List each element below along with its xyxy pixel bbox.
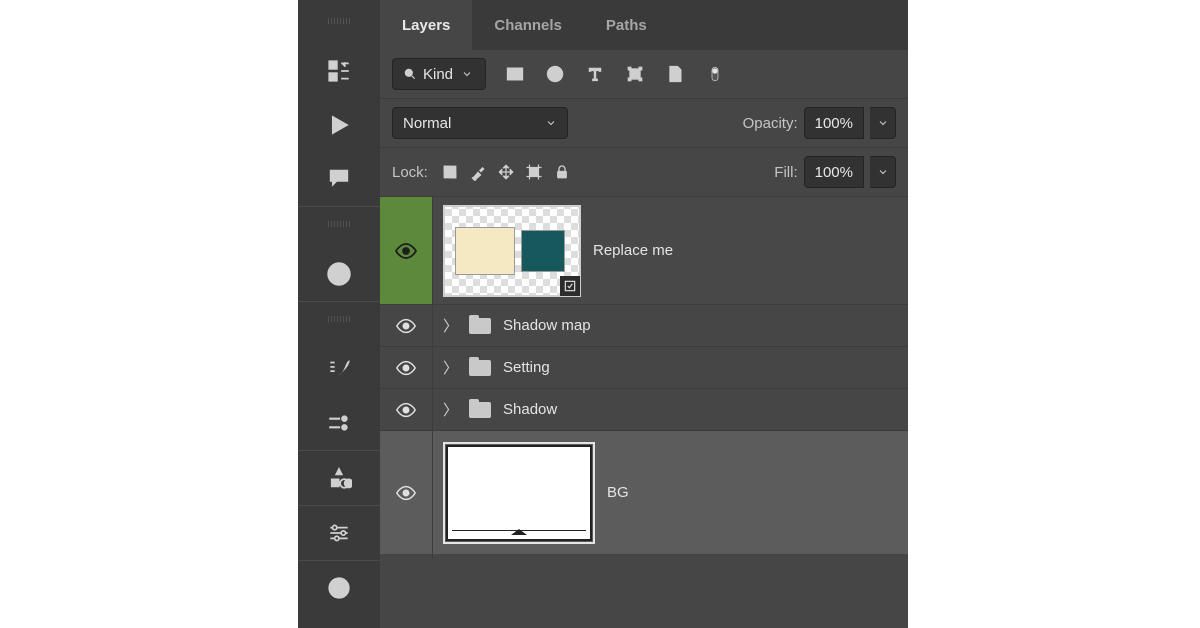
info-icon[interactable] (326, 261, 352, 287)
blend-mode-value: Normal (403, 115, 451, 132)
history-icon[interactable] (326, 58, 352, 84)
layer-row-replace-me[interactable]: Replace me (380, 196, 908, 304)
filter-toggle-switch[interactable] (704, 63, 726, 85)
tab-channels[interactable]: Channels (472, 0, 584, 50)
layer-name[interactable]: Shadow map (503, 317, 591, 334)
blend-mode-dropdown[interactable]: Normal (392, 107, 568, 139)
brush-settings-icon[interactable] (326, 410, 352, 436)
lock-label: Lock: (392, 164, 428, 181)
opacity-flyout[interactable] (870, 107, 896, 139)
panel-drag-handle[interactable] (328, 221, 350, 227)
smart-object-badge-icon (560, 276, 580, 296)
contrast-icon[interactable] (326, 575, 352, 601)
fill-flyout[interactable] (870, 156, 896, 188)
layer-thumbnail[interactable] (443, 442, 595, 544)
opacity-value[interactable]: 100% (804, 107, 864, 139)
layer-name[interactable]: Setting (503, 359, 550, 376)
tab-layers[interactable]: Layers (380, 0, 472, 50)
expand-group-icon[interactable]: 〉 (443, 315, 457, 336)
expand-group-icon[interactable]: 〉 (443, 357, 457, 378)
layers-panel: Layers Channels Paths Kind (380, 0, 908, 628)
layer-name[interactable]: BG (607, 484, 629, 501)
filter-adjustment-icon[interactable] (544, 63, 566, 85)
filter-kind-label: Kind (423, 66, 453, 83)
lock-position-icon[interactable] (492, 163, 520, 181)
layer-list: Replace me 〉 Shadow map (380, 196, 908, 554)
lock-all-icon[interactable] (548, 163, 576, 181)
adjustments-icon[interactable] (326, 520, 352, 546)
tab-paths[interactable]: Paths (584, 0, 669, 50)
lock-transparency-icon[interactable] (436, 163, 464, 181)
visibility-toggle[interactable] (380, 431, 432, 554)
visibility-toggle[interactable] (380, 305, 432, 346)
layer-filter-row: Kind (380, 50, 908, 98)
fill-label: Fill: (774, 164, 797, 181)
actions-icon[interactable] (326, 112, 352, 138)
expand-group-icon[interactable]: 〉 (443, 399, 457, 420)
panel-area: Layers Channels Paths Kind (298, 0, 908, 628)
layer-row-shadow[interactable]: 〉 Shadow (380, 388, 908, 430)
opacity-label: Opacity: (743, 115, 798, 132)
lock-row: Lock: Fill: 100% (380, 147, 908, 196)
layer-row-setting[interactable]: 〉 Setting (380, 346, 908, 388)
filter-shape-icon[interactable] (624, 63, 646, 85)
panel-drag-handle[interactable] (328, 316, 350, 322)
filter-pixel-icon[interactable] (504, 63, 526, 85)
vertical-toolbar (298, 0, 380, 628)
blend-row: Normal Opacity: 100% (380, 98, 908, 147)
layer-thumbnail[interactable] (443, 205, 581, 297)
panel-tabs: Layers Channels Paths (380, 0, 908, 50)
folder-icon (469, 318, 491, 334)
brush-presets-icon[interactable] (326, 356, 352, 382)
shape-properties-icon[interactable] (326, 465, 352, 491)
filter-kind-dropdown[interactable]: Kind (392, 58, 486, 90)
folder-icon (469, 360, 491, 376)
layer-name[interactable]: Shadow (503, 401, 557, 418)
lock-pixels-icon[interactable] (464, 163, 492, 181)
filter-type-icon[interactable] (584, 63, 606, 85)
layer-name[interactable]: Replace me (593, 242, 673, 259)
comments-icon[interactable] (326, 166, 352, 192)
blank-right (908, 0, 1200, 628)
folder-icon (469, 402, 491, 418)
lock-artboard-icon[interactable] (520, 163, 548, 181)
panel-drag-handle[interactable] (328, 18, 350, 24)
app-root: Layers Channels Paths Kind (0, 0, 1200, 628)
visibility-toggle[interactable] (380, 197, 432, 304)
layer-row-bg[interactable]: BG (380, 430, 908, 554)
visibility-toggle[interactable] (380, 389, 432, 430)
filter-smartobject-icon[interactable] (664, 63, 686, 85)
visibility-toggle[interactable] (380, 347, 432, 388)
fill-value[interactable]: 100% (804, 156, 864, 188)
blank-left (0, 0, 298, 628)
layer-row-shadow-map[interactable]: 〉 Shadow map (380, 304, 908, 346)
